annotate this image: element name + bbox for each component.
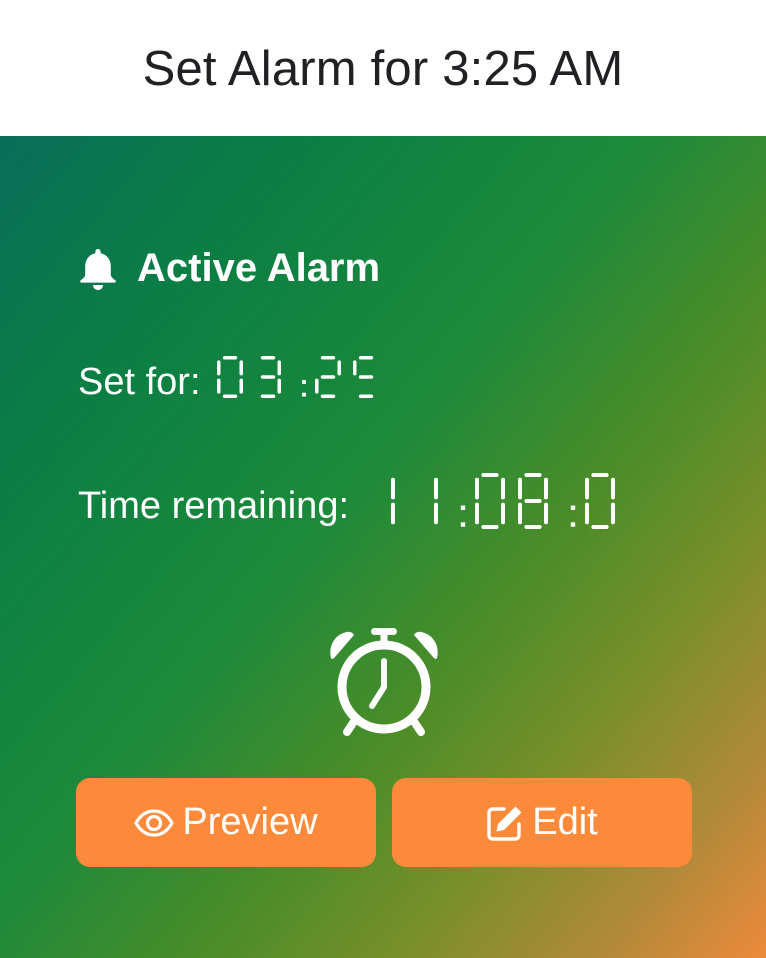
edit-icon — [487, 806, 522, 841]
preview-button[interactable]: Preview — [76, 778, 376, 867]
set-for-row: Set for: 03:25 — [78, 354, 375, 410]
alarm-heading: Active Alarm — [78, 246, 380, 291]
alarm-clock-icon — [325, 624, 443, 739]
bell-icon — [80, 248, 116, 290]
digit — [260, 356, 281, 398]
page-title: Set Alarm for 3:25 AM — [142, 42, 624, 96]
preview-button-label: Preview — [182, 801, 318, 843]
digit — [518, 473, 549, 529]
alarm-card: Active Alarm Set for: 03:25 Time remaini… — [0, 136, 766, 958]
digit — [585, 473, 616, 529]
digit — [216, 356, 243, 398]
remaining-label: Time remaining: — [78, 484, 350, 527]
remaining-row: Time remaining: 11:08:00 — [78, 471, 623, 541]
digit — [314, 356, 341, 398]
digit — [434, 477, 439, 525]
edit-button-label: Edit — [532, 801, 598, 843]
remaining-time: 11:08:00 — [391, 473, 616, 529]
header: Set Alarm for 3:25 AM — [0, 0, 766, 136]
edit-button[interactable]: Edit — [392, 778, 692, 867]
set-for-time: 03:25 — [216, 356, 373, 398]
digit — [391, 477, 396, 525]
set-for-label: Set for: — [78, 360, 201, 403]
digit — [352, 356, 373, 398]
alarm-title: Active Alarm — [137, 246, 381, 290]
eye-icon — [134, 808, 175, 837]
digit — [475, 473, 506, 529]
